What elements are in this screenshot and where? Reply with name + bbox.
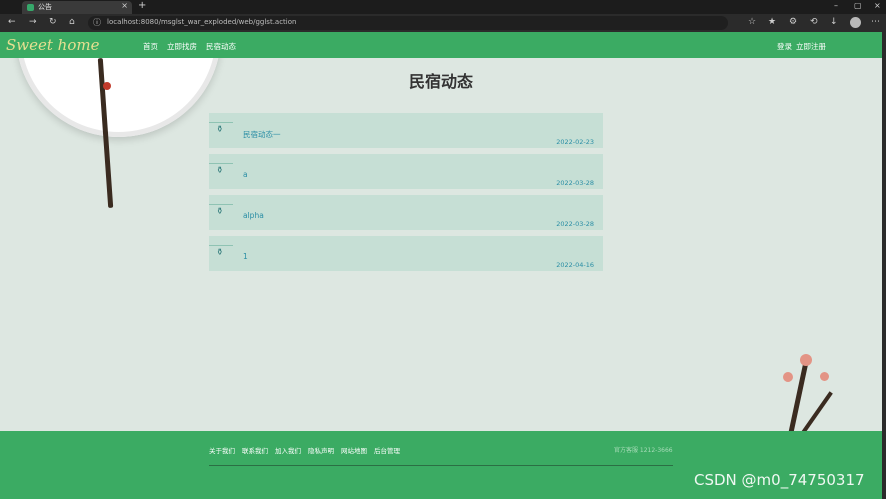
decorative-blossom bbox=[800, 354, 812, 366]
back-icon[interactable]: ← bbox=[8, 17, 16, 27]
reload-icon[interactable]: ↻ bbox=[49, 17, 57, 27]
history-icon[interactable]: ⟲ bbox=[810, 17, 818, 27]
home-icon[interactable]: ⌂ bbox=[69, 17, 75, 27]
card-divider bbox=[209, 122, 233, 123]
footer-divider bbox=[209, 465, 673, 466]
pin-icon: ⚱ bbox=[216, 166, 224, 176]
news-item-date: 2022-04-16 bbox=[556, 261, 594, 269]
browser-toolbar: ← → ↻ ⌂ ⓘ localhost:8080/msglst_war_expl… bbox=[0, 14, 886, 32]
footer-join[interactable]: 加入我们 bbox=[275, 445, 301, 455]
nav-news[interactable]: 民宿动态 bbox=[206, 41, 236, 52]
footer-admin[interactable]: 后台管理 bbox=[374, 445, 400, 455]
news-item[interactable]: ⚱ alpha 2022-03-28 bbox=[209, 195, 603, 230]
news-item-title[interactable]: a bbox=[243, 170, 248, 179]
site-info-icon[interactable]: ⓘ bbox=[93, 17, 101, 28]
tab-title: 公告 bbox=[38, 3, 52, 11]
news-item-title[interactable]: alpha bbox=[243, 211, 264, 220]
page-title: 民宿动态 bbox=[408, 72, 473, 91]
card-divider bbox=[209, 204, 233, 205]
news-item[interactable]: ⚱ 1 2022-04-16 bbox=[209, 236, 603, 271]
footer-about[interactable]: 关于我们 bbox=[209, 445, 235, 455]
login-link[interactable]: 登录 bbox=[777, 41, 792, 52]
news-item[interactable]: ⚱ a 2022-03-28 bbox=[209, 154, 603, 189]
register-link[interactable]: 立即注册 bbox=[796, 41, 826, 52]
browser-tab-bar: 公告 × + – ▢ × bbox=[0, 0, 886, 14]
news-item-date: 2022-03-28 bbox=[556, 220, 594, 228]
footer-privacy[interactable]: 隐私声明 bbox=[308, 445, 334, 455]
footer-sitemap[interactable]: 网站地图 bbox=[341, 445, 367, 455]
nav-find-room[interactable]: 立即找房 bbox=[167, 41, 197, 52]
page-scrollbar[interactable] bbox=[882, 32, 886, 499]
news-item-date: 2022-03-28 bbox=[556, 179, 594, 187]
download-icon[interactable]: ↓ bbox=[830, 17, 838, 27]
site-logo[interactable]: Sweet home bbox=[6, 36, 99, 54]
decorative-blossom bbox=[783, 372, 793, 382]
url-text[interactable]: localhost:8080/msglst_war_exploded/web/g… bbox=[107, 18, 296, 26]
new-tab-icon[interactable]: + bbox=[138, 0, 146, 11]
favorite-icon[interactable]: ☆ bbox=[748, 17, 756, 27]
footer-phone: 官方客服 1212-3666 bbox=[614, 447, 673, 454]
watermark: CSDN @m0_74750317 bbox=[694, 471, 865, 489]
news-item-date: 2022-02-23 bbox=[556, 138, 594, 146]
card-divider bbox=[209, 163, 233, 164]
site-footer: 关于我们 联系我们 加入我们 隐私声明 网站地图 后台管理 官方客服 1212-… bbox=[0, 431, 886, 499]
site-header: Sweet home 首页 立即找房 民宿动态 登录 立即注册 bbox=[0, 32, 886, 58]
pin-icon: ⚱ bbox=[216, 207, 224, 217]
news-item[interactable]: ⚱ 民宿动态一 2022-02-23 bbox=[209, 113, 603, 148]
pin-icon: ⚱ bbox=[216, 125, 224, 135]
decorative-blossom bbox=[820, 372, 829, 381]
extensions-icon[interactable]: ⚙ bbox=[789, 17, 797, 27]
news-item-title[interactable]: 民宿动态一 bbox=[243, 129, 281, 140]
more-menu-icon[interactable]: ⋯ bbox=[871, 17, 880, 27]
profile-avatar[interactable] bbox=[850, 17, 861, 28]
close-window-icon[interactable]: × bbox=[874, 1, 881, 10]
collections-icon[interactable]: ★ bbox=[768, 17, 776, 27]
card-divider bbox=[209, 245, 233, 246]
minimize-icon[interactable]: – bbox=[834, 1, 838, 10]
tab-close-icon[interactable]: × bbox=[121, 1, 128, 10]
maximize-icon[interactable]: ▢ bbox=[854, 1, 862, 10]
browser-tab[interactable]: 公告 × bbox=[22, 1, 132, 14]
web-page: Sweet home 首页 立即找房 民宿动态 登录 立即注册 民宿动态 ⚱ 民… bbox=[0, 32, 886, 499]
forward-icon[interactable]: → bbox=[29, 17, 37, 27]
favicon-icon bbox=[27, 4, 34, 11]
news-item-title[interactable]: 1 bbox=[243, 252, 248, 261]
nav-home[interactable]: 首页 bbox=[143, 41, 158, 52]
pin-icon: ⚱ bbox=[216, 248, 224, 258]
address-bar[interactable]: ⓘ localhost:8080/msglst_war_exploded/web… bbox=[88, 16, 728, 30]
footer-contact[interactable]: 联系我们 bbox=[242, 445, 268, 455]
